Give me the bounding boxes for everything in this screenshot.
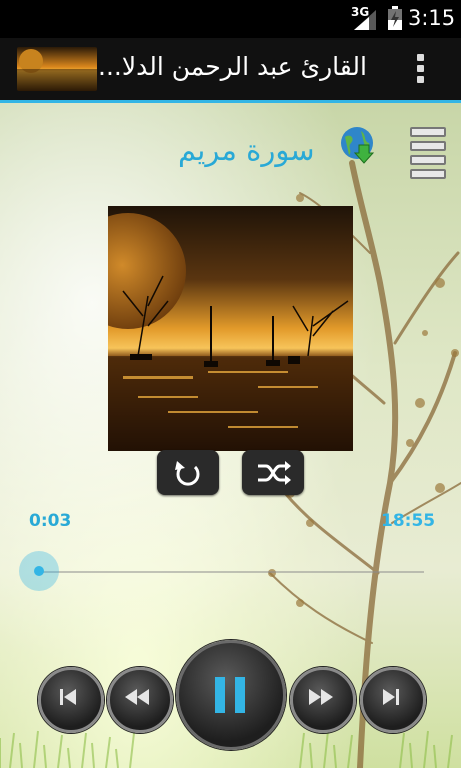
skip-next-icon — [383, 689, 399, 705]
pause-button[interactable] — [176, 640, 286, 750]
rewind-icon — [125, 689, 149, 705]
album-art — [108, 206, 353, 451]
shuffle-button[interactable] — [242, 450, 304, 495]
current-time: 0:03 — [29, 511, 72, 531]
app-thumbnail[interactable] — [17, 47, 97, 91]
status-bar: 3G 3:15 — [0, 0, 461, 38]
next-button[interactable] — [360, 667, 426, 733]
seek-bar[interactable] — [38, 571, 424, 573]
skip-previous-icon — [60, 689, 76, 705]
globe-download-icon[interactable] — [337, 125, 377, 165]
action-bar: القارئ عبد الرحمن الدلا... — [0, 38, 461, 100]
seek-bar-thumb[interactable] — [19, 551, 60, 591]
total-time: 18:55 — [381, 511, 436, 531]
clock: 3:15 — [408, 6, 456, 30]
overflow-menu-icon[interactable] — [410, 54, 430, 86]
pause-icon — [215, 677, 245, 713]
forward-button[interactable] — [290, 667, 356, 733]
surah-title: سورة مريم — [178, 133, 315, 167]
rewind-button[interactable] — [107, 667, 173, 733]
shuffle-icon — [258, 461, 291, 485]
repeat-icon — [175, 461, 200, 486]
app-title: القارئ عبد الرحمن الدلا... — [98, 52, 367, 81]
signal-icon — [354, 10, 376, 30]
playlist-menu-icon[interactable] — [410, 127, 446, 179]
player-screen: سورة مريم 0:03 18:55 — [0, 103, 461, 768]
repeat-button[interactable] — [157, 450, 219, 495]
previous-button[interactable] — [38, 667, 104, 733]
battery-icon — [388, 6, 402, 30]
fast-forward-icon — [309, 689, 333, 705]
